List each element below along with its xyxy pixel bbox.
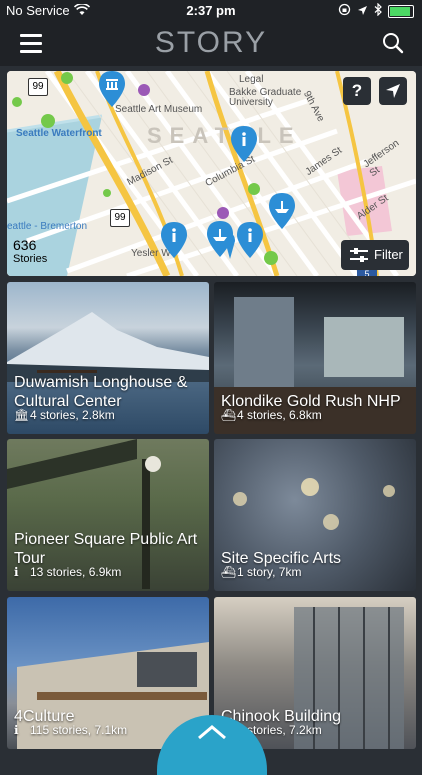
info-pin-5th[interactable] (269, 193, 295, 234)
map-label-legal: Legal (239, 74, 264, 85)
map-label-museum: Seattle Art Museum (115, 104, 203, 115)
tile-meta: ℹ 115 stories, 7.1km (14, 723, 127, 737)
map-label-bremerton: eattle - Bremerton (7, 221, 88, 232)
status-bar: No Service 2:37 pm (0, 0, 422, 22)
tile-title: Pioneer Square Public Art Tour (14, 531, 198, 567)
tile-title: Duwamish Longhouse & Cultural Center (14, 374, 188, 410)
nav-bar: STORY (0, 22, 422, 66)
battery-icon (388, 4, 414, 18)
story-map[interactable]: Seattle Art Museum Seattle Waterfront ea… (7, 71, 416, 276)
info-pin-columbia[interactable] (231, 126, 257, 167)
status-icons (338, 2, 414, 19)
boat-icon: ⛴ (221, 408, 237, 422)
stories-count-number: 636 (13, 237, 37, 253)
stories-count-label: Stories (13, 253, 48, 265)
tile-meta: 🏛4 stories, 2.8km (14, 408, 115, 422)
highway-99-south-icon: 99 (110, 209, 130, 227)
museum-pin[interactable] (99, 71, 125, 112)
tile-meta-text: 4 stories, 2.8km (30, 408, 115, 422)
tile-meta-text: 4 stories, 6.8km (237, 408, 322, 422)
location-arrow-icon (357, 4, 368, 19)
tile-meta-text: 1 story, 7km (237, 565, 302, 579)
tile-meta-text: 13 stories, 6.9km (30, 565, 122, 579)
filter-label: Filter (374, 247, 403, 262)
boat-icon: ⛴ (221, 565, 237, 579)
search-icon[interactable] (382, 32, 404, 54)
info-icon: ℹ (14, 723, 19, 737)
tile-pioneer-square[interactable]: Pioneer Square Public Art Tour ℹ 13 stori… (7, 439, 209, 591)
info-icon: ℹ (14, 565, 19, 579)
tile-meta-text: 115 stories, 7.1km (30, 723, 128, 737)
tile-meta: ⛴4 stories, 6.8km (221, 408, 322, 422)
locate-button[interactable] (379, 77, 407, 105)
stories-count: 636 Stories (13, 237, 47, 265)
museum-icon: 🏛 (14, 408, 30, 422)
tile-meta: ℹ 13 stories, 6.9km (14, 565, 121, 579)
map-label-bakke: Bakke Graduate University (229, 87, 302, 108)
app-logo: STORY (154, 26, 268, 59)
rotation-lock-icon (338, 3, 351, 19)
map-label-waterfront: Seattle Waterfront (16, 128, 102, 139)
map-city-label: SEATTLE (147, 123, 302, 148)
filter-sliders-icon (350, 248, 368, 262)
highway-99-north-icon: 99 (28, 78, 48, 96)
info-pin-yesler[interactable] (161, 222, 187, 263)
filter-button[interactable]: Filter (341, 240, 409, 270)
info-pin-3rd[interactable] (237, 222, 263, 263)
chevron-up-icon (198, 725, 226, 740)
tile-klondike-gold-rush[interactable]: Klondike Gold Rush NHP ⛴4 stories, 6.8km (214, 282, 416, 434)
tile-meta: ⛴1 story, 7km (221, 565, 301, 579)
bluetooth-icon (374, 2, 382, 19)
tile-duwamish-longhouse[interactable]: Duwamish Longhouse & Cultural Center 🏛4 … (7, 282, 209, 434)
help-button[interactable]: ? (343, 77, 371, 105)
info-pin-2nd[interactable] (207, 221, 233, 262)
navigation-arrow-icon (386, 84, 400, 98)
tile-site-specific-arts[interactable]: Site Specific Arts ⛴1 story, 7km (214, 439, 416, 591)
